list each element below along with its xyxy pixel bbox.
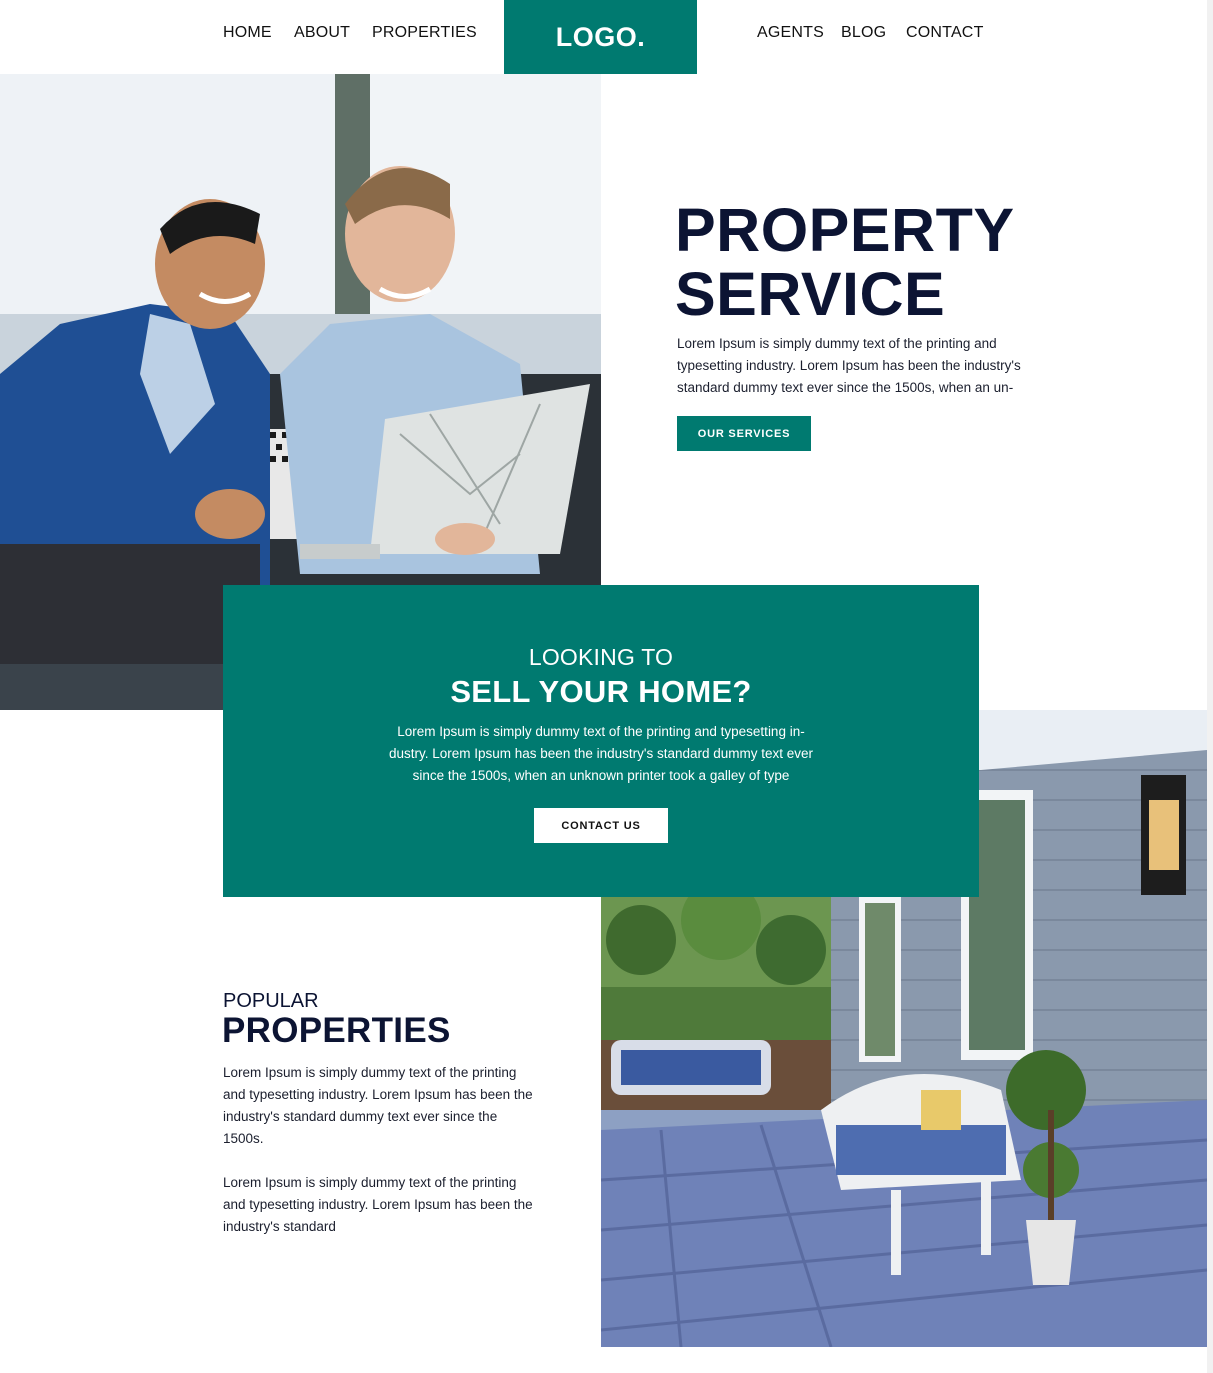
logo-text: LOGO. <box>555 21 646 52</box>
cta-title: SELL YOUR HOME? <box>450 674 752 709</box>
scrollbar-track[interactable] <box>1207 0 1213 1373</box>
hero-title-line1: PROPERTY <box>675 196 1015 264</box>
our-services-button[interactable]: OUR SERVICES <box>677 416 811 451</box>
popular-paragraph-2: Lorem Ipsum is simply dummy text of the … <box>223 1175 533 1234</box>
contact-us-button[interactable]: CONTACT US <box>534 808 668 843</box>
nav-properties-link[interactable]: PROPERTIES <box>372 24 477 42</box>
popular-subtitle: POPULAR <box>223 990 319 1012</box>
nav-blog-link[interactable]: BLOG <box>841 24 886 42</box>
hero-description: Lorem Ipsum is simply dummy text of the … <box>677 336 1021 395</box>
nav-agents-link[interactable]: AGENTS <box>757 24 824 42</box>
hero-title-line2: SERVICE <box>675 260 946 328</box>
hero-title: PROPERTY SERVICE <box>675 198 1015 326</box>
nav-home-link[interactable]: HOME <box>223 24 272 42</box>
sell-home-cta: LOOKING TO SELL YOUR HOME? Lorem Ipsum i… <box>223 585 979 897</box>
popular-paragraph-1: Lorem Ipsum is simply dummy text of the … <box>223 1065 533 1146</box>
nav-about-link[interactable]: ABOUT <box>294 24 350 42</box>
logo[interactable]: LOGO. <box>504 0 697 74</box>
popular-title: PROPERTIES <box>222 1011 451 1050</box>
nav-contact-link[interactable]: CONTACT <box>906 24 984 42</box>
cta-description: Lorem Ipsum is simply dummy text of the … <box>388 724 814 783</box>
cta-subtitle: LOOKING TO <box>528 644 674 670</box>
